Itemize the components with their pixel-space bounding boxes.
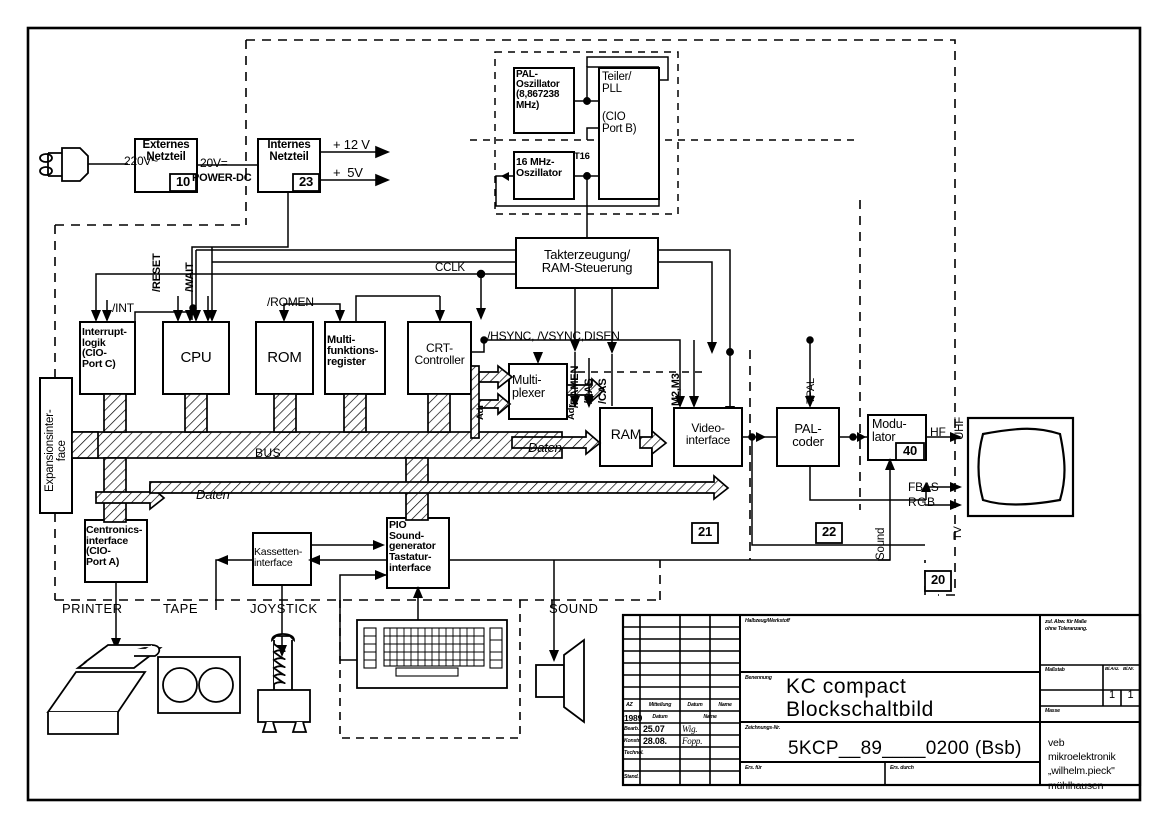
tb-bl-nr-value: 1 [1127,689,1134,701]
tb-bl-anz-value: 1 [1109,689,1115,701]
dc-voltage-label: 20V= [200,156,228,170]
tb-col-name: Name [718,702,732,708]
tb-company: veb mikroelektronik „wilhelm.pieck" mühl… [1048,737,1116,792]
keyboard-icon [356,619,508,689]
fbas-label: FBAS [908,480,939,494]
hf-label: HF [930,425,946,439]
tb-name-head: Name [703,714,717,720]
expansion-bus-arrow [71,431,99,459]
takterzeugung-label: Takterzeugung/ RAM-Steuerung [541,247,633,276]
ramen-signal-label: /RAMEN [569,365,581,408]
rom-label: ROM [267,349,302,366]
adr-label-1: Adr [475,404,486,420]
tb-row-konstr: Konstr. [624,738,641,744]
cclk-label: CCLK [435,262,465,274]
power-dc-label: POWER-DC [192,172,252,184]
tb-halbzeug: Halbzeug/Werkstoff [745,618,790,624]
tape-label: TAPE [163,601,198,616]
external-psu-label: Externes Netzteil [142,139,190,163]
bus-label: BUS [255,446,282,460]
cio-port-b-label: (CIO Port B) [602,111,637,135]
sound-signal-label: Sound [875,527,887,560]
tb-bl-anz: Bl.Anz. [1105,666,1120,671]
m2m3-signal-label: M2,M3 [670,373,682,406]
tape-icon [157,656,241,714]
tb-col-mitteilung: Mitteilung [648,702,672,708]
tb-datum-head: Datum [652,714,668,720]
romen-signal-label: /ROMEN [267,295,314,309]
tb-konstr-name: Fopp. [682,736,703,746]
expansion-interface-label: Expansionsinter- face [43,409,68,492]
internal-psu-number: 23 [298,174,314,189]
sync-signals-label: /HSYNC, /VSYNC,DISEN [487,329,620,343]
joystick-label: JOYSTICK [250,601,318,616]
uhf-label: UHF [954,416,966,440]
multifunktionsregister-label: Multi- funktions- register [327,334,379,369]
tb-col-datum: Datum [687,702,703,708]
cas-signal-label: /CAS [597,378,609,404]
t16-label: T16 [574,151,590,162]
drawing-number: 5KCP__89____0200 (Bsb) [788,738,1022,759]
speaker-icon [535,638,585,724]
int-signal-label: /INT [112,301,134,315]
tb-row-stand: Stand. [624,774,639,780]
printer-icon [46,644,163,735]
tb-massstab: Maßstab [1045,667,1065,673]
tv-icon [966,416,1075,518]
rgb-label: RGB [908,495,936,509]
interrupt-logik-label: Interrupt- logik (CIO- Port C) [82,326,127,371]
pal-oscillator-label: PAL- Oszillator (8,867238 MHz) [516,69,560,111]
rail-12v-label: + 12 V [333,137,370,152]
wait-signal-label: /WAIT [184,262,196,292]
tb-bearb-date: 25.07 [643,724,665,734]
tb-benennung: Benennung [745,675,772,681]
callout-22: 22 [821,524,837,539]
tb-masse: Masse [1045,708,1060,714]
tb-konstr-date: 28.08. [643,736,667,746]
cpu-label: CPU [180,349,212,366]
mains-plug-icon [39,147,128,182]
centronics-label: Centronics- interface (CIO- Port A) [86,524,143,569]
multiplexer-label: Multi- plexer [512,373,545,400]
drawing-title-sub: Blockschaltbild [786,698,934,721]
printer-label: PRINTER [62,601,123,616]
diagram-canvas [26,26,1142,802]
teiler-pll-label: Teiler/ PLL [602,71,632,95]
osc16-label: 16 MHz- Oszillator [516,156,562,179]
tb-col-az: AZ [626,702,633,708]
kassetten-label: Kassetten- interface [254,546,303,569]
tb-ers-fuer: Ers. für [745,765,762,771]
tb-zeichnungs-nr: Zeichnungs-Nr. [745,725,780,731]
tpal-signal-label: TPAL [805,378,817,404]
internal-psu-label: Internes Netzteil [267,139,311,163]
pio-label: PIO Sound- generator Tastatur- interface [389,519,436,574]
ras-signal-label: /RAS [583,378,595,404]
modulator-label: Modu- lator [872,417,907,444]
daten-label-2: Daten [196,487,230,502]
crt-controller-label: CRT- Controller [414,341,465,368]
callout-20: 20 [930,572,946,587]
tb-row-technol: Technol. [624,750,644,756]
tb-bearb-name: Wig. [682,724,698,734]
blockschaltbild-diagram: 220V~ Externes Netzteil 10 20V= POWER-DC… [0,0,1168,827]
tb-bl-nr: Bl.Nr. [1123,666,1134,671]
tb-row-bearb: Bearb. [624,726,639,732]
tb-zul-abw: zul. Abw. für Maße ohne Toleranzang. [1045,619,1088,632]
sound-label: SOUND [549,601,599,616]
reset-signal-label: /RESET [151,253,163,292]
callout-21: 21 [697,524,713,539]
pal-coder-label: PAL- coder [792,421,824,450]
ram-label: RAM [610,426,642,442]
signal-wires [102,295,962,662]
video-interface-label: Video- interface [685,421,731,448]
modulator-number: 40 [902,443,918,458]
tb-ers-durch: Ers. durch [890,765,914,771]
tv-label: TV [952,526,964,540]
drawing-title-main: KC compact [786,675,907,698]
rail-5v-label: + 5V [333,165,363,180]
daten-label-1: Daten [528,440,562,455]
